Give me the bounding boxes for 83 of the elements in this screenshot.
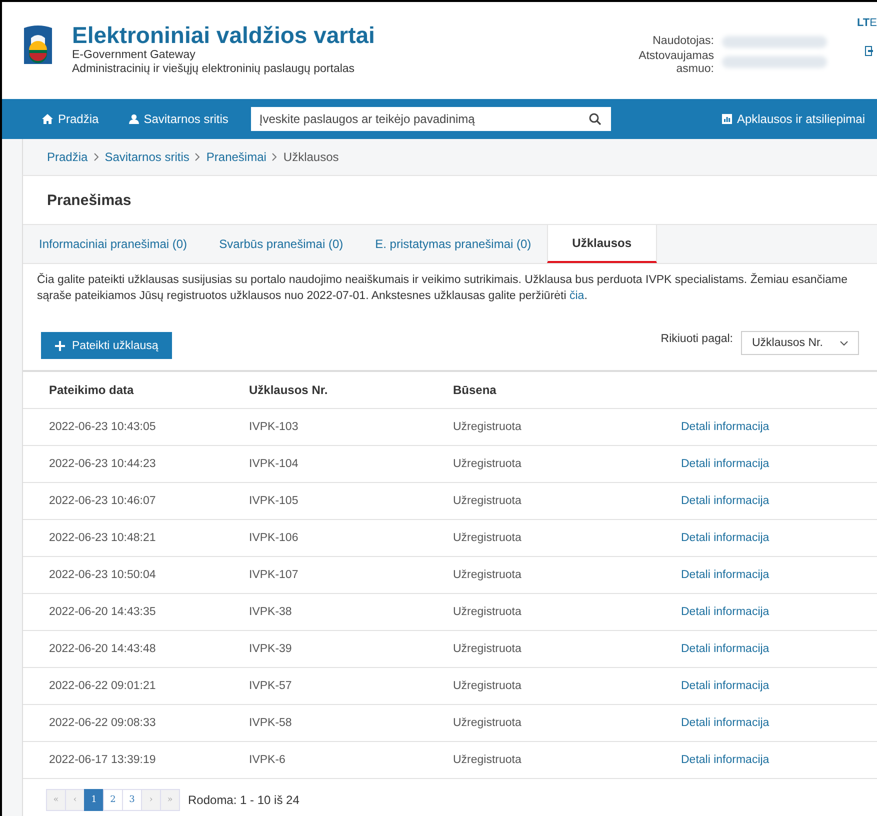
survey-link[interactable]: Apklausos ir atsiliepimai [722, 112, 865, 126]
breadcrumb-link[interactable]: Savitarnos sritis [104, 150, 190, 164]
search-field[interactable]: Įveskite paslaugos ar teikėjo pavadinimą [251, 107, 612, 131]
table-cell-text: IVPK-107 [249, 569, 300, 581]
table-cell-text: Užregistruota [453, 680, 522, 692]
table-cell-text: IVPK-106 [249, 532, 300, 544]
chevron-icon [195, 153, 200, 161]
table-cell-text: 2022-06-22 09:08:33 [49, 717, 157, 729]
breadcrumb-link[interactable]: Pradžia [47, 150, 88, 164]
here-link[interactable]: čia [570, 290, 584, 302]
details-link[interactable]: Detali informacija [681, 717, 770, 729]
table-cell-text: IVPK-58 [249, 717, 293, 729]
user-label: Naudotojas: [652, 35, 714, 48]
breadcrumb-current: Užklausos [283, 150, 339, 164]
sort-label: Rikiuoti pagal: [660, 332, 733, 345]
chevron-down-icon [840, 340, 848, 346]
page-button[interactable]: 2 [103, 789, 123, 811]
table-cell-text: IVPK-57 [249, 680, 293, 692]
column-header: Užklausos Nr. [249, 383, 329, 397]
table-cell-text: IVPK-38 [249, 606, 293, 618]
sort-dropdown[interactable]: Užklausos Nr. [741, 331, 859, 355]
table-cell-text: Užregistruota [453, 532, 522, 544]
table-cell-text: Užregistruota [453, 569, 522, 581]
table-cell-text: Užregistruota [453, 495, 522, 507]
table-cell-text: Užregistruota [453, 421, 522, 433]
coat-of-arms-logo [22, 24, 54, 66]
table-cell-text: IVPK-6 [249, 754, 286, 766]
search-icon[interactable] [589, 113, 602, 125]
table-cell-text: 2022-06-17 13:39:19 [49, 754, 157, 766]
table-cell-text: 2022-06-23 10:48:21 [49, 532, 157, 544]
nav-link[interactable]: Pradžia [42, 112, 99, 126]
table-cell-text: IVPK-39 [249, 643, 293, 655]
page-button[interactable]: 3 [122, 789, 142, 811]
table-cell-text: IVPK-104 [249, 458, 300, 470]
table-cell-text: Užregistruota [453, 643, 522, 655]
table-cell-text: IVPK-103 [249, 421, 300, 433]
tab[interactable]: Informaciniai pranešimai (0) [23, 225, 204, 263]
details-link[interactable]: Detali informacija [681, 680, 770, 692]
table-cell-text: Užregistruota [453, 458, 522, 470]
site-subtitle: E-Government Gateway [72, 48, 196, 62]
table-cell-text: 2022-06-23 10:44:23 [49, 458, 157, 470]
table-cell-text: Užregistruota [453, 717, 522, 729]
site-title[interactable]: Elektroniniai valdžios vartai [72, 22, 375, 48]
table-cell-text: 2022-06-22 09:01:21 [49, 680, 157, 692]
site-tagline: Administracinių ir viešųjų elektroninių paslaugų portalas [72, 62, 356, 76]
tab[interactable]: E. pristatymas pranešimai (0) [359, 225, 548, 263]
table-cell-text: Užregistruota [453, 754, 522, 766]
details-link[interactable]: Detali informacija [681, 643, 770, 655]
language-option[interactable]: E [870, 17, 877, 29]
represented-person-label: Atstovaujamas asmuo: [638, 50, 714, 76]
details-link[interactable]: Detali informacija [681, 754, 770, 766]
details-link[interactable]: Detali informacija [681, 569, 770, 581]
table-cell-text: IVPK-105 [249, 495, 300, 507]
table-cell-text: 2022-06-23 10:50:04 [49, 569, 157, 581]
plus-icon [55, 340, 65, 350]
table-cell-text: Užregistruota [453, 606, 522, 618]
tab[interactable]: Užklausos [547, 225, 657, 263]
breadcrumb-link[interactable]: Pranešimai [206, 150, 266, 164]
pagination-summary: Rodoma: 1 - 10 iš 24 [188, 793, 300, 807]
chevron-icon [272, 153, 278, 161]
submit-request-button[interactable]: Pateikti užklausą [41, 332, 172, 359]
chevron-icon [94, 153, 99, 161]
tab[interactable]: Svarbūs pranešimai (0) [203, 225, 360, 263]
page-title: Pranešimas [47, 192, 132, 208]
user-icon [128, 114, 139, 124]
details-link[interactable]: Detali informacija [681, 421, 770, 433]
table-cell-text: 2022-06-23 10:43:05 [49, 421, 157, 433]
table-cell-text: 2022-06-20 14:43:35 [49, 606, 157, 618]
details-link[interactable]: Detali informacija [681, 532, 770, 544]
column-header: Būsena [453, 383, 498, 397]
nav-link[interactable]: Savitarnos sritis [128, 112, 228, 126]
chart-icon [722, 114, 732, 124]
page-button[interactable]: 1 [84, 789, 104, 811]
table-cell-text: 2022-06-23 10:46:07 [49, 495, 157, 507]
description-text: Čia galite pateikti užklausas susijusias su portalo naudojimo neaiškumais ir veikimo sutrikimais. Užklausa bus perduota IVPK specialistams. Žemiau esančiame sąraše pateikiamos Jūsų registruotos užklausos nuo 2022-07-01. Ankstesnes užklausas galite peržiūrėti čia. [36, 272, 848, 304]
language-option[interactable]: LT [857, 17, 870, 29]
details-link[interactable]: Detali informacija [681, 495, 770, 507]
column-header: Pateikimo data [49, 383, 135, 397]
logout-icon[interactable] [865, 46, 873, 56]
details-link[interactable]: Detali informacija [681, 606, 770, 618]
details-link[interactable]: Detali informacija [681, 458, 770, 470]
table-cell-text: 2022-06-20 14:43:48 [49, 643, 157, 655]
home-icon [42, 114, 53, 124]
